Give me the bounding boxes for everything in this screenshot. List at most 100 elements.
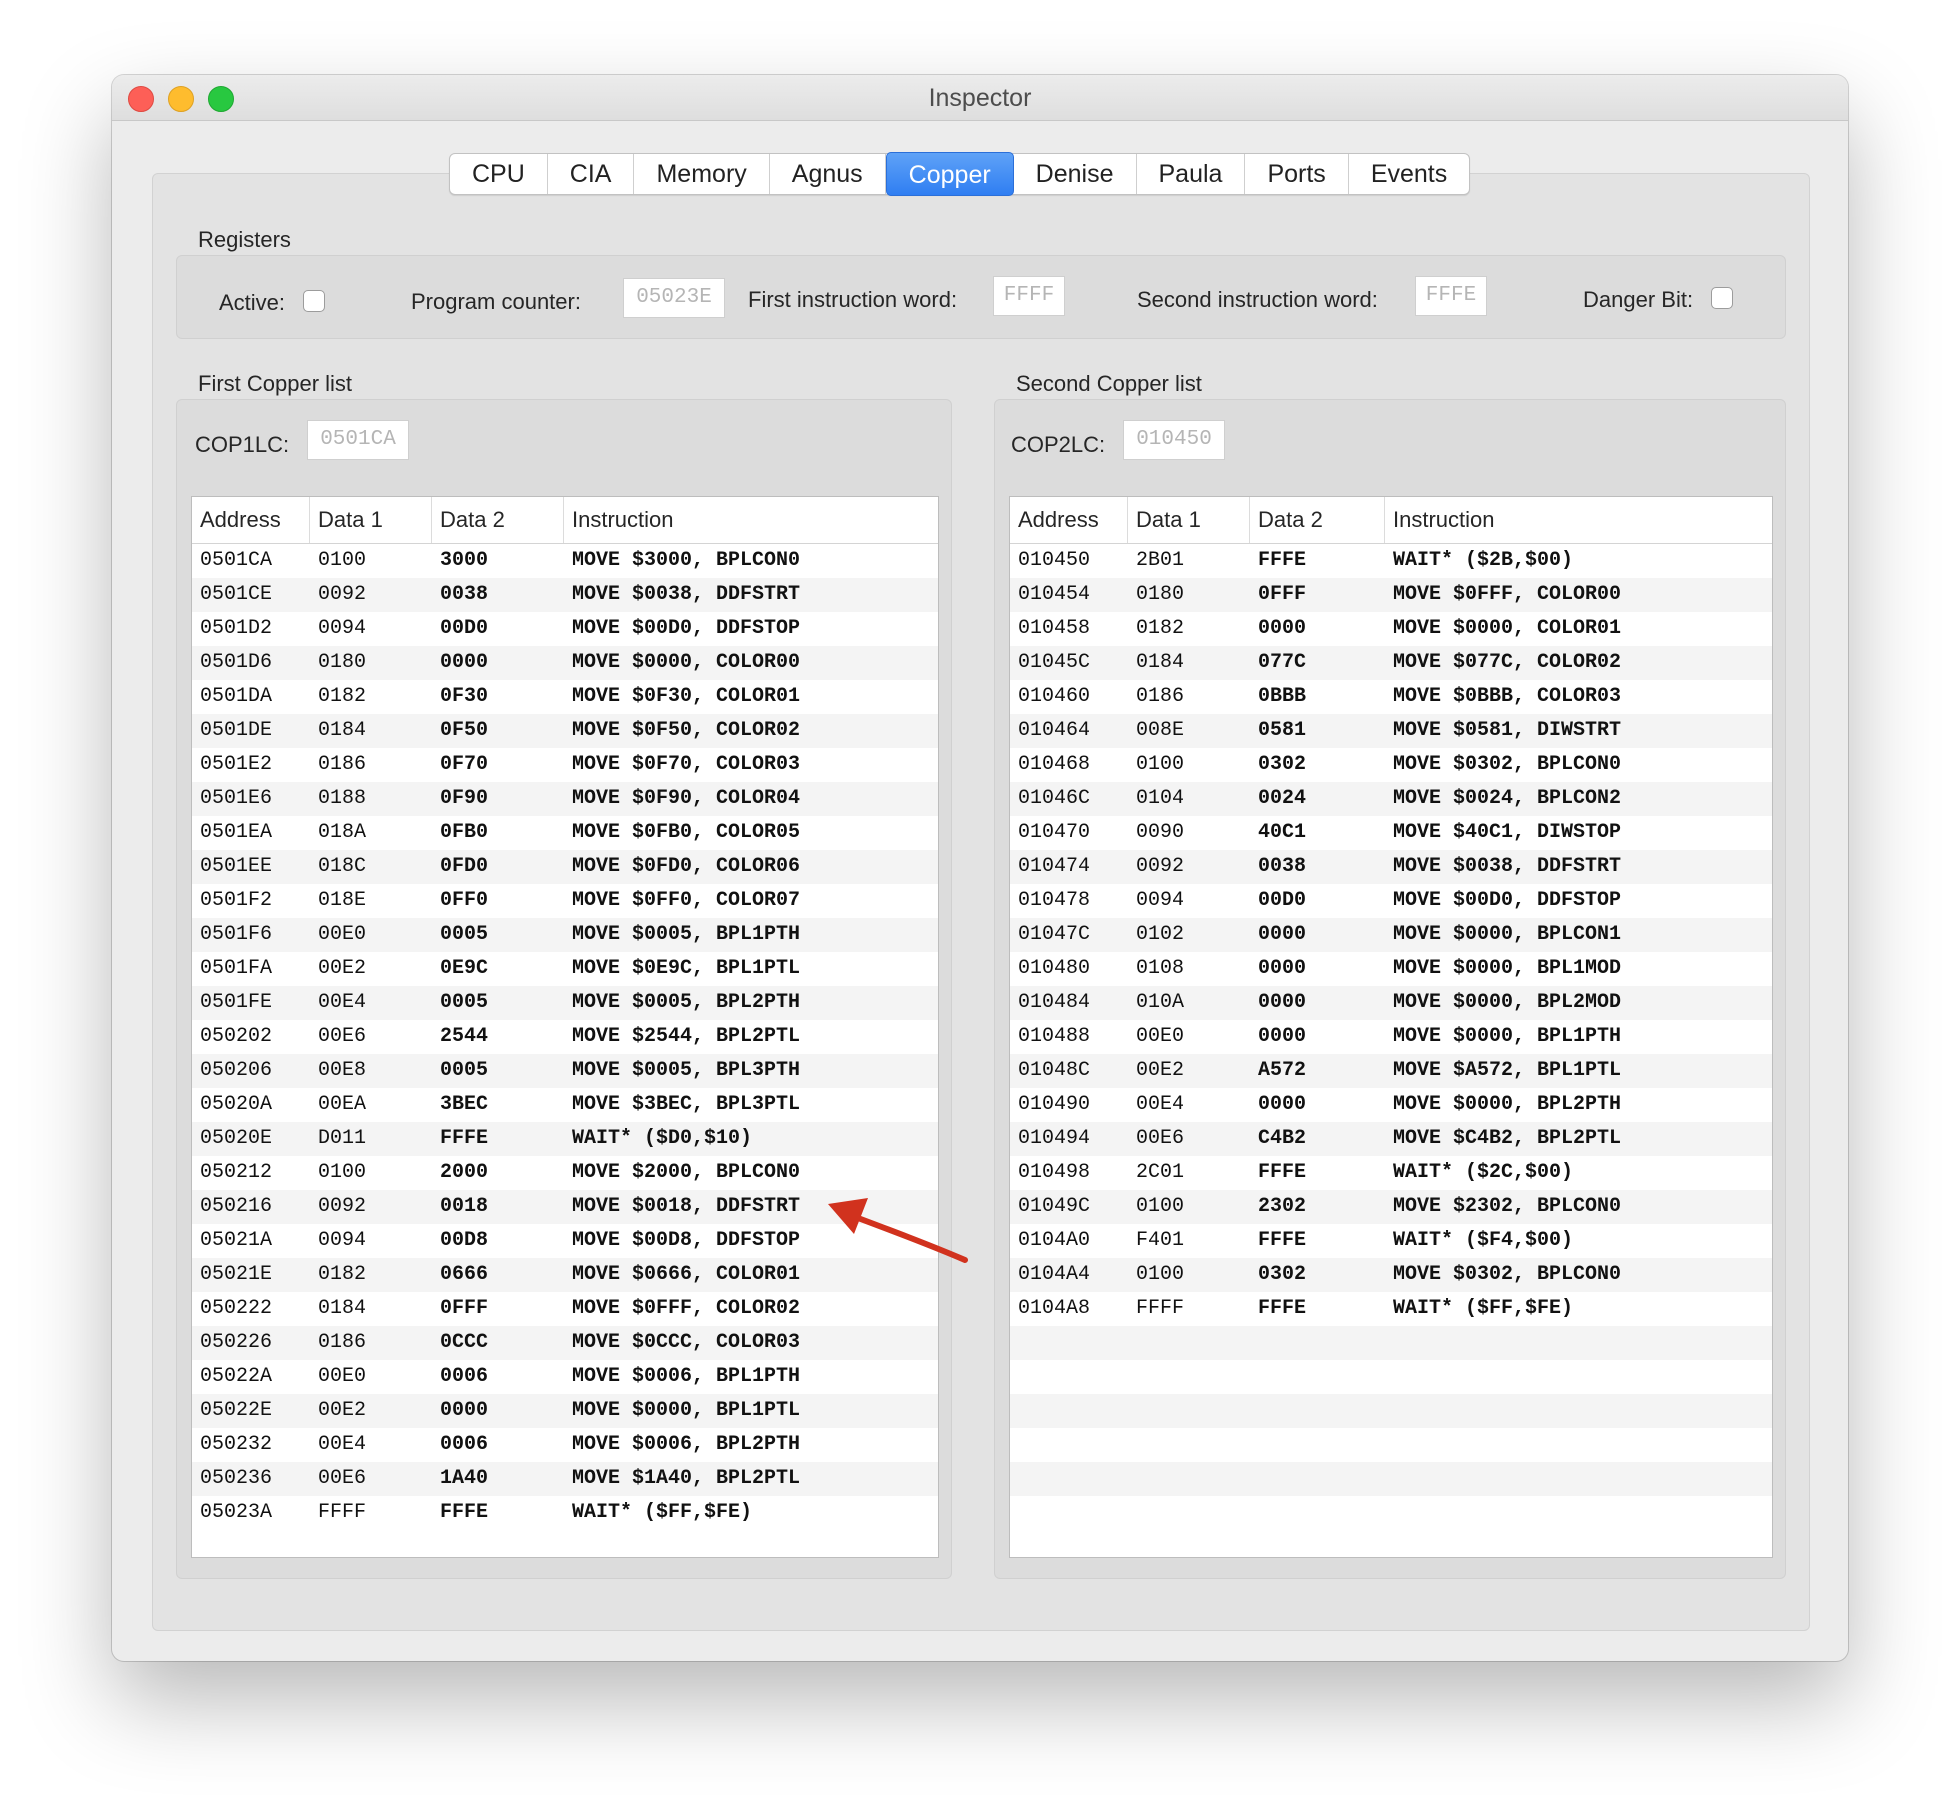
table-row[interactable]: 010450 2B01 FFFE WAIT* ($2B,$00) <box>1010 544 1772 578</box>
second-copper-list-label: Second Copper list <box>1016 371 1202 396</box>
table-row[interactable]: 05020E D011 FFFE WAIT* ($D0,$10) <box>192 1122 938 1156</box>
table-row[interactable] <box>1010 1326 1772 1360</box>
column-address[interactable]: Address <box>1010 497 1128 543</box>
table-row[interactable]: 050202 00E6 2544 MOVE $2544, BPL2PTL <box>192 1020 938 1054</box>
cell-instruction: MOVE $0005, BPL2PTH <box>572 991 801 1014</box>
table-row[interactable] <box>1010 1360 1772 1394</box>
table-row[interactable]: 010474 0092 0038 MOVE $0038, DDFSTRT <box>1010 850 1772 884</box>
first-instruction-word-field[interactable]: FFFF <box>993 276 1065 316</box>
cell-data-1: 00E0 <box>318 1365 367 1388</box>
tab-memory[interactable]: Memory <box>634 154 770 194</box>
table-row[interactable] <box>1010 1496 1772 1530</box>
tab-cpu[interactable]: CPU <box>450 154 548 194</box>
danger-bit-checkbox[interactable] <box>1711 287 1733 309</box>
table-row[interactable]: 0501DE 0184 0F50 MOVE $0F50, COLOR02 <box>192 714 938 748</box>
cell-address: 0104A0 <box>1018 1229 1091 1252</box>
cell-instruction: MOVE $0006, BPL1PTH <box>572 1365 801 1388</box>
cell-address: 0501CE <box>200 583 273 606</box>
table-row[interactable]: 0501FA 00E2 0E9C MOVE $0E9C, BPL1PTL <box>192 952 938 986</box>
table-row[interactable]: 0501D2 0094 00D0 MOVE $00D0, DDFSTOP <box>192 612 938 646</box>
table-row[interactable]: 0501CA 0100 3000 MOVE $3000, BPLCON0 <box>192 544 938 578</box>
table-row[interactable] <box>1010 1462 1772 1496</box>
column-instruction[interactable]: Instruction <box>1385 497 1772 543</box>
cell-data-2: 0302 <box>1258 753 1307 776</box>
table-row[interactable]: 0501EA 018A 0FB0 MOVE $0FB0, COLOR05 <box>192 816 938 850</box>
table-row[interactable]: 010494 00E6 C4B2 MOVE $C4B2, BPL2PTL <box>1010 1122 1772 1156</box>
tab-copper[interactable]: Copper <box>885 152 1014 196</box>
table-row[interactable]: 0104A8 FFFF FFFE WAIT* ($FF,$FE) <box>1010 1292 1772 1326</box>
table-row[interactable]: 0501F6 00E0 0005 MOVE $0005, BPL1PTH <box>192 918 938 952</box>
table-row[interactable]: 01045C 0184 077C MOVE $077C, COLOR02 <box>1010 646 1772 680</box>
cell-data-1: 008E <box>1136 719 1185 742</box>
table-row[interactable]: 010470 0090 40C1 MOVE $40C1, DIWSTOP <box>1010 816 1772 850</box>
cell-data-2: FFFE <box>440 1127 489 1150</box>
table-row[interactable] <box>1010 1394 1772 1428</box>
table-row[interactable]: 0501E6 0188 0F90 MOVE $0F90, COLOR04 <box>192 782 938 816</box>
table-row[interactable]: 0501E2 0186 0F70 MOVE $0F70, COLOR03 <box>192 748 938 782</box>
table-row[interactable]: 050226 0186 0CCC MOVE $0CCC, COLOR03 <box>192 1326 938 1360</box>
cell-data-2: 0018 <box>440 1195 489 1218</box>
cell-instruction: MOVE $0FB0, COLOR05 <box>572 821 801 844</box>
program-counter-field[interactable]: 05023E <box>623 278 725 318</box>
cell-instruction: MOVE $40C1, DIWSTOP <box>1393 821 1622 844</box>
table-row[interactable]: 010458 0182 0000 MOVE $0000, COLOR01 <box>1010 612 1772 646</box>
column-instruction[interactable]: Instruction <box>564 497 938 543</box>
table-row[interactable]: 05020A 00EA 3BEC MOVE $3BEC, BPL3PTL <box>192 1088 938 1122</box>
table-row[interactable]: 0104A0 F401 FFFE WAIT* ($F4,$00) <box>1010 1224 1772 1258</box>
cell-instruction: MOVE $0BBB, COLOR03 <box>1393 685 1622 708</box>
cell-data-2: 0000 <box>1258 1093 1307 1116</box>
table-row[interactable]: 010498 2C01 FFFE WAIT* ($2C,$00) <box>1010 1156 1772 1190</box>
cell-data-1: 0092 <box>318 583 367 606</box>
table-row[interactable]: 010484 010A 0000 MOVE $0000, BPL2MOD <box>1010 986 1772 1020</box>
table-row[interactable]: 050236 00E6 1A40 MOVE $1A40, BPL2PTL <box>192 1462 938 1496</box>
tab-events[interactable]: Events <box>1349 154 1469 194</box>
table-row[interactable]: 0501FE 00E4 0005 MOVE $0005, BPL2PTH <box>192 986 938 1020</box>
table-row[interactable]: 01047C 0102 0000 MOVE $0000, BPLCON1 <box>1010 918 1772 952</box>
table-row[interactable]: 010454 0180 0FFF MOVE $0FFF, COLOR00 <box>1010 578 1772 612</box>
table-row[interactable]: 0501CE 0092 0038 MOVE $0038, DDFSTRT <box>192 578 938 612</box>
cop1lc-field[interactable]: 0501CA <box>307 420 409 460</box>
table-row[interactable]: 01046C 0104 0024 MOVE $0024, BPLCON2 <box>1010 782 1772 816</box>
cell-data-2: 0000 <box>1258 957 1307 980</box>
table-row[interactable]: 050222 0184 0FFF MOVE $0FFF, COLOR02 <box>192 1292 938 1326</box>
table-row[interactable]: 050232 00E4 0006 MOVE $0006, BPL2PTH <box>192 1428 938 1462</box>
table-row[interactable]: 0501D6 0180 0000 MOVE $0000, COLOR00 <box>192 646 938 680</box>
table-row[interactable]: 010468 0100 0302 MOVE $0302, BPLCON0 <box>1010 748 1772 782</box>
table-row[interactable]: 0501F2 018E 0FF0 MOVE $0FF0, COLOR07 <box>192 884 938 918</box>
column-data-2[interactable]: Data 2 <box>432 497 564 543</box>
table-row[interactable]: 010488 00E0 0000 MOVE $0000, BPL1PTH <box>1010 1020 1772 1054</box>
table-row[interactable]: 05022E 00E2 0000 MOVE $0000, BPL1PTL <box>192 1394 938 1428</box>
table-row[interactable]: 0501EE 018C 0FD0 MOVE $0FD0, COLOR06 <box>192 850 938 884</box>
table-row[interactable]: 010464 008E 0581 MOVE $0581, DIWSTRT <box>1010 714 1772 748</box>
table-row[interactable]: 05023A FFFF FFFE WAIT* ($FF,$FE) <box>192 1496 938 1530</box>
table-row[interactable]: 0104A4 0100 0302 MOVE $0302, BPLCON0 <box>1010 1258 1772 1292</box>
tab-cia[interactable]: CIA <box>548 154 635 194</box>
table-row[interactable]: 010478 0094 00D0 MOVE $00D0, DDFSTOP <box>1010 884 1772 918</box>
table-row[interactable]: 010460 0186 0BBB MOVE $0BBB, COLOR03 <box>1010 680 1772 714</box>
second-instruction-word-field[interactable]: FFFE <box>1415 276 1487 316</box>
column-data-1[interactable]: Data 1 <box>1128 497 1250 543</box>
cell-data-1: 0180 <box>318 651 367 674</box>
cell-data-1: FFFF <box>1136 1297 1185 1320</box>
tab-paula[interactable]: Paula <box>1137 154 1246 194</box>
table-row[interactable]: 0501DA 0182 0F30 MOVE $0F30, COLOR01 <box>192 680 938 714</box>
table-row[interactable]: 010480 0108 0000 MOVE $0000, BPL1MOD <box>1010 952 1772 986</box>
table-row[interactable]: 010490 00E4 0000 MOVE $0000, BPL2PTH <box>1010 1088 1772 1122</box>
tab-denise[interactable]: Denise <box>1014 154 1137 194</box>
cop2lc-field[interactable]: 010450 <box>1123 420 1225 460</box>
table-row[interactable]: 050206 00E8 0005 MOVE $0005, BPL3PTH <box>192 1054 938 1088</box>
column-data-2[interactable]: Data 2 <box>1250 497 1385 543</box>
table-row[interactable] <box>1010 1428 1772 1462</box>
cell-data-1: 0186 <box>318 1331 367 1354</box>
table-row[interactable]: 01049C 0100 2302 MOVE $2302, BPLCON0 <box>1010 1190 1772 1224</box>
cell-data-1: 0094 <box>318 617 367 640</box>
column-address[interactable]: Address <box>192 497 310 543</box>
cell-data-1: 0090 <box>1136 821 1185 844</box>
tab-ports[interactable]: Ports <box>1245 154 1349 194</box>
table-row[interactable]: 050212 0100 2000 MOVE $2000, BPLCON0 <box>192 1156 938 1190</box>
table-row[interactable]: 01048C 00E2 A572 MOVE $A572, BPL1PTL <box>1010 1054 1772 1088</box>
column-data-1[interactable]: Data 1 <box>310 497 432 543</box>
tab-agnus[interactable]: Agnus <box>770 154 886 194</box>
table-row[interactable]: 05022A 00E0 0006 MOVE $0006, BPL1PTH <box>192 1360 938 1394</box>
active-checkbox[interactable] <box>303 290 325 312</box>
